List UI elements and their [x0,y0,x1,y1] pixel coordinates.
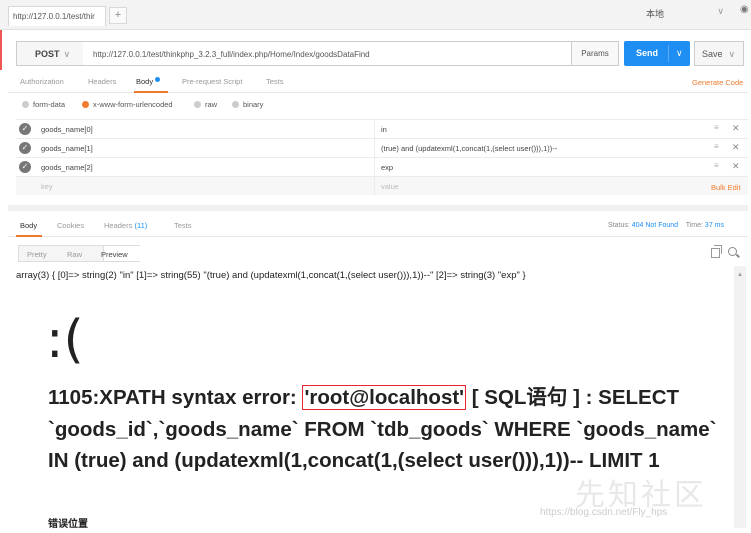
environment-label: 本地 [646,9,665,19]
var-dump-output: array(3) { [0]=> string(2) "in" [1]=> st… [16,270,526,281]
new-value-input[interactable]: value [381,182,399,191]
param-value[interactable]: in [381,125,387,134]
tab-body[interactable]: Body [136,77,161,86]
generate-code-link[interactable]: Generate Code [692,78,743,87]
url-input[interactable]: http://127.0.0.1/test/thinkphp_3.2.3_ful… [83,41,588,66]
view-raw[interactable]: Raw [67,250,82,259]
status-label: Status: [608,222,630,229]
delete-icon[interactable]: ✕ [732,142,740,153]
response-tab-divider [8,236,748,237]
tab-response-tests[interactable]: Tests [174,221,192,230]
radio-selected-icon [82,101,89,108]
radio-icon [194,101,201,108]
request-tab[interactable]: http://127.0.0.1/test/thir [8,6,106,26]
error-message: 1105:XPATH syntax error: 'root@localhost… [48,382,728,477]
save-button[interactable]: Save ∨ [694,41,744,66]
delete-icon[interactable]: ✕ [732,161,740,172]
drag-handle-icon[interactable]: ≡ [714,123,719,132]
view-preview[interactable]: Preview [101,250,128,259]
radio-icon [22,101,29,108]
headers-count: (11) [134,221,148,230]
radio-raw[interactable]: raw [194,100,217,109]
highlighted-error-value: 'root@localhost' [302,385,467,410]
side-accent [0,30,2,70]
send-button[interactable]: Send ∨ [624,41,690,66]
checkbox-checked-icon[interactable]: ✓ [19,161,31,173]
scroll-up-icon[interactable]: ▲ [737,272,743,278]
radio-label: binary [243,100,264,109]
param-row-placeholder: key value [16,176,748,196]
chevron-down-icon: ∨ [717,6,724,16]
tab-divider [8,92,748,93]
eye-icon[interactable]: ◉ [740,4,749,15]
column-divider [374,177,375,196]
param-row: ✓ goods_name[0] in ≡ ✕ [16,119,748,139]
method-label: POST [35,49,60,59]
watermark-url: https://blog.csdn.net/Fly_hps [540,507,668,518]
param-key[interactable]: goods_name[0] [41,125,93,134]
response-scrollbar[interactable] [734,266,746,528]
checkbox-checked-icon[interactable]: ✓ [19,123,31,135]
method-dropdown[interactable]: POST ∨ [16,41,84,66]
radio-icon [232,101,239,108]
active-response-tab-underline [16,235,42,237]
pane-divider[interactable] [8,205,748,211]
response-status: Status: 404 Not Found Time: 37 ms [608,222,724,229]
save-label: Save [702,49,723,59]
params-button[interactable]: Params [571,41,619,66]
delete-icon[interactable]: ✕ [732,123,740,134]
status-value: 404 Not Found [631,222,679,229]
tab-headers[interactable]: Headers [88,77,116,86]
send-label: Send [636,48,659,58]
view-pretty[interactable]: Pretty [27,250,47,259]
top-bar: http://127.0.0.1/test/thir + 本地 ∨ ◉ [0,0,751,30]
error-prefix: 1105:XPATH syntax error: [48,386,303,409]
url-row: POST ∨ http://127.0.0.1/test/thinkphp_3.2… [16,41,751,66]
time-label: Time: [685,222,703,229]
tab-cookies[interactable]: Cookies [57,221,84,230]
active-tab-underline [134,91,168,93]
param-value[interactable]: (true) and (updatexml(1,concat(1,(select… [381,144,557,153]
time-value: 37 ms [704,222,724,229]
chevron-down-icon: ∨ [63,49,71,59]
radio-label: form-data [33,100,66,109]
tab-response-headers[interactable]: Headers (11) [104,221,147,230]
sad-face: :( [46,310,84,370]
column-divider [374,158,375,177]
column-divider [374,120,375,139]
tab-authorization[interactable]: Authorization [20,77,64,86]
radio-urlencoded[interactable]: x-www-form-urlencoded [82,100,173,109]
radio-binary[interactable]: binary [232,100,263,109]
body-indicator-dot [155,77,161,82]
new-tab-button[interactable]: + [109,7,127,24]
send-divider [668,45,669,62]
search-icon[interactable] [728,247,737,256]
drag-handle-icon[interactable]: ≡ [714,161,719,170]
param-key[interactable]: goods_name[2] [41,163,93,172]
chevron-down-icon: ∨ [728,49,736,59]
tab-tests[interactable]: Tests [266,77,284,86]
radio-label: x-www-form-urlencoded [93,100,173,109]
chevron-down-icon[interactable]: ∨ [676,41,683,66]
new-key-input[interactable]: key [41,182,53,191]
bulk-edit-link[interactable]: Bulk Edit [711,183,741,192]
tab-response-body[interactable]: Body [20,221,37,230]
checkbox-checked-icon[interactable]: ✓ [19,142,31,154]
error-position-heading: 错误位置 [48,519,88,530]
param-row: ✓ goods_name[1] (true) and (updatexml(1,… [16,138,748,158]
environment-selector[interactable]: 本地 ∨ [638,3,732,21]
tab-prerequest-script[interactable]: Pre-request Script [182,77,242,86]
tab-body-label: Body [136,77,154,86]
drag-handle-icon[interactable]: ≡ [714,142,719,151]
tab-headers-label: Headers [104,221,133,230]
view-mode-switch: Pretty Raw Preview [18,245,141,262]
param-row: ✓ goods_name[2] exp ≡ ✕ [16,157,748,177]
param-key[interactable]: goods_name[1] [41,144,93,153]
copy-icon[interactable] [711,245,722,258]
param-value[interactable]: exp [381,163,393,172]
column-divider [374,139,375,158]
radio-label: raw [205,100,218,109]
radio-form-data[interactable]: form-data [22,100,65,109]
